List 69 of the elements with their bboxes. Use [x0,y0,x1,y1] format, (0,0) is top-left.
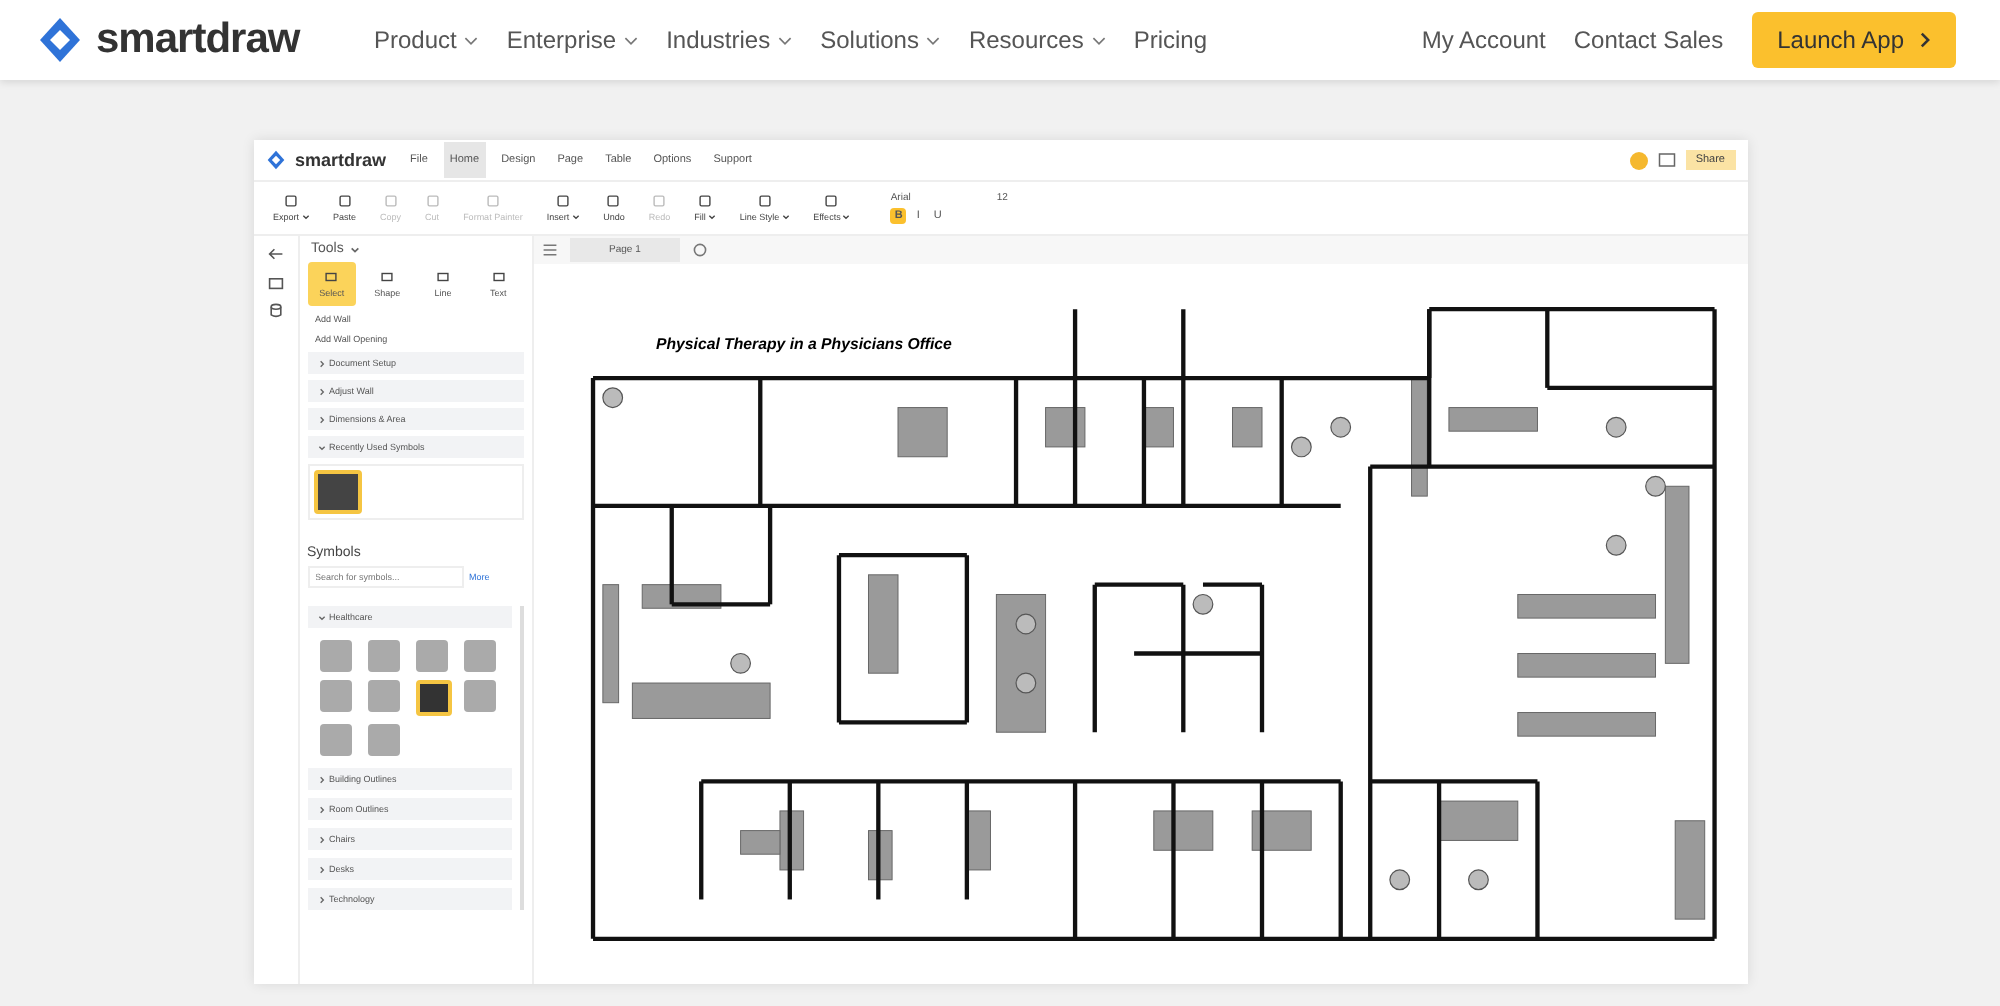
chevron-down-icon [926,35,941,45]
image-icon[interactable] [1657,152,1676,168]
brand-name[interactable]: smartdraw [96,16,300,64]
tool-icon [606,194,621,208]
chevron-down-icon [464,35,479,45]
symbol-thumbnail[interactable] [415,640,447,672]
logo-icon [36,16,84,64]
tool-icon [425,194,440,208]
symbol-thumbnail[interactable] [319,640,351,672]
chevron-down-icon [624,35,639,45]
tool-icon [824,194,839,208]
tool-icon [652,194,667,208]
caret-icon [571,214,580,220]
tool-icon [491,270,506,284]
symbol-thumbnail[interactable] [367,640,399,672]
symbol-thumbnail[interactable] [319,724,351,756]
launch-app-button[interactable]: Launch App [1751,12,1956,68]
chevron-icon [317,443,325,451]
tool-icon [324,270,339,284]
tool-icon [284,194,298,208]
chevron-icon [317,835,325,843]
chevron-down-icon [1091,35,1106,45]
caret-icon [707,214,716,220]
nav-menu-item[interactable]: Resources [968,26,1106,54]
tool-icon [380,270,395,284]
chevron-icon [317,895,325,903]
avatar-icon[interactable] [1629,151,1648,169]
symbol-thumbnail[interactable] [463,640,495,672]
chevron-down-icon [778,35,793,45]
logo-icon [265,150,285,170]
nav-menu-item[interactable]: Enterprise [506,26,639,54]
chevron-icon [317,415,325,423]
symbol-thumbnail[interactable] [367,680,399,712]
tool-icon [383,194,398,208]
chevron-icon [317,775,325,783]
tool-icon [436,270,450,284]
symbol-thumbnail[interactable] [319,680,351,712]
nav-menu-item[interactable]: Product [374,26,479,54]
caret-icon [781,214,790,220]
tool-icon [337,194,352,208]
nav-link[interactable]: Contact Sales [1573,26,1724,54]
nav-menu-item[interactable]: Industries [666,26,793,54]
app-brand-name: smartdraw [295,150,387,170]
symbol-thumbnail[interactable] [367,724,399,756]
symbol-thumbnail[interactable] [463,680,495,712]
chevron-icon [317,387,325,395]
plan-title: Physical Therapy in a Physicians Office [655,334,951,353]
back-arrow-icon[interactable] [267,246,283,262]
tool-icon [757,194,772,208]
tool-icon [698,194,712,208]
symbol-thumbnail[interactable] [415,680,451,716]
nav-menu-item[interactable]: Solutions [820,26,941,54]
tool-icon [485,194,500,208]
chevron-icon [317,865,325,873]
database-icon[interactable] [267,302,283,318]
tool-icon [555,194,570,208]
menu-icon[interactable] [541,242,557,258]
nav-menu-item[interactable]: Pricing [1133,26,1208,54]
caret-icon [842,214,851,220]
toolbox-icon[interactable] [267,274,283,290]
add-page-icon[interactable] [692,242,709,258]
chevron-icon [317,613,325,621]
caret-icon [301,214,310,220]
chevron-icon [317,805,325,813]
nav-link[interactable]: My Account [1421,26,1546,54]
caret-icon [349,245,360,253]
chevron-right-icon [1920,32,1930,48]
chevron-icon [317,359,325,367]
symbol-thumbnail[interactable] [313,470,361,514]
